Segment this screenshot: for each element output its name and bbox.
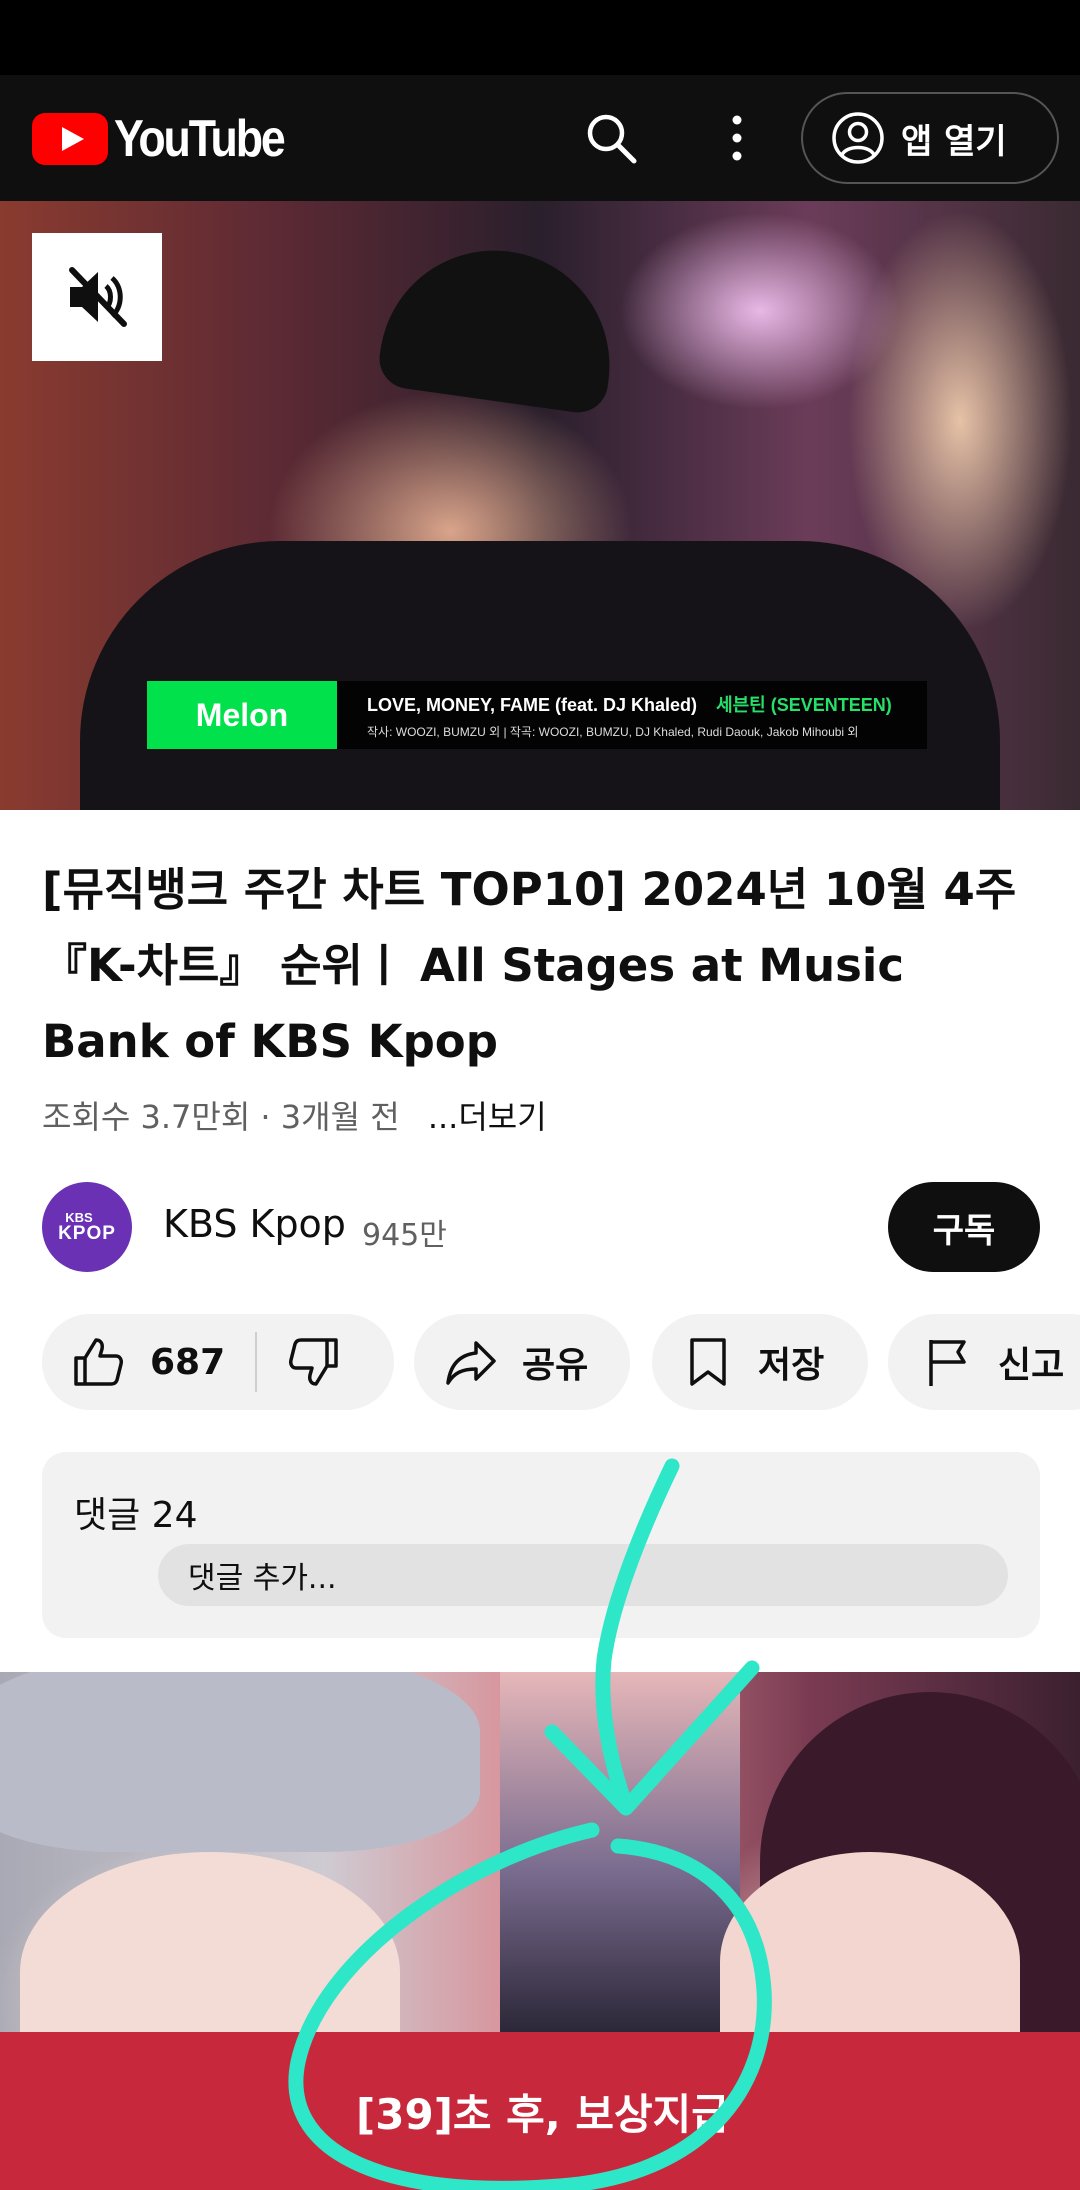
reward-countdown-text: [39]초 후, 보상지급 xyxy=(356,2089,730,2139)
video-frame-figure xyxy=(80,541,1000,810)
dislike-button[interactable] xyxy=(258,1314,394,1410)
song-artist: 세븐틴 (SEVENTEEN) xyxy=(716,695,892,715)
melon-logo: Melon xyxy=(147,681,337,749)
report-button[interactable]: 신고 xyxy=(888,1314,1080,1410)
channel-row: KBS KPOP KBS Kpop 945만 구독 xyxy=(42,1182,1040,1272)
like-dislike-pill: 687 xyxy=(42,1314,394,1410)
ad-figure-hat xyxy=(0,1672,480,1852)
bookmark-icon xyxy=(690,1338,726,1386)
video-meta[interactable]: 조회수 3.7만회 · 3개월 전 ...더보기 xyxy=(42,1092,547,1138)
youtube-logo[interactable]: YouTube xyxy=(32,110,311,168)
share-icon xyxy=(446,1341,496,1385)
avatar-text-bottom: KPOP xyxy=(58,1222,116,1244)
thumb-up-icon xyxy=(74,1338,123,1386)
video-player[interactable]: Melon LOVE, MONEY, FAME (feat. DJ Khaled… xyxy=(0,201,1080,810)
ad-stage-center xyxy=(500,1672,740,2032)
action-bar: 687 공유 저장 신고 xyxy=(0,1314,1080,1410)
avatar-text-top: KBS xyxy=(65,1209,93,1225)
song-credits: 작사: WOOZI, BUMZU 외 | 작곡: WOOZI, BUMZU, D… xyxy=(367,725,859,739)
unmute-button[interactable] xyxy=(32,233,162,361)
video-title[interactable]: [뮤직뱅크 주간 차트 TOP10] 2024년 10월 4주 『K-차트』 순… xyxy=(42,852,1042,1080)
youtube-wordmark: YouTube xyxy=(114,110,286,168)
channel-avatar[interactable]: KBS KPOP xyxy=(42,1182,132,1272)
like-button[interactable]: 687 xyxy=(42,1314,255,1410)
search-icon[interactable] xyxy=(580,107,642,169)
more-link[interactable]: ...더보기 xyxy=(428,1098,547,1136)
thumb-down-icon xyxy=(289,1338,338,1386)
save-label: 저장 xyxy=(758,1345,825,1386)
ad-figure-left xyxy=(20,1852,400,2032)
share-label: 공유 xyxy=(522,1345,589,1386)
comments-title: 댓글 24 xyxy=(74,1495,198,1536)
add-comment-input[interactable]: 댓글 추가... xyxy=(158,1544,1008,1606)
like-divider xyxy=(255,1332,257,1392)
video-frame-cap xyxy=(375,235,625,417)
song-title: LOVE, MONEY, FAME (feat. DJ Khaled) xyxy=(367,695,698,715)
subscribe-button[interactable]: 구독 xyxy=(888,1182,1040,1272)
reward-countdown-bar[interactable]: [39]초 후, 보상지급 xyxy=(0,2032,1080,2190)
youtube-logo-icon xyxy=(32,113,108,165)
comments-section[interactable]: 댓글 24 댓글 추가... xyxy=(42,1452,1040,1638)
status-bar xyxy=(0,0,1080,75)
view-count-age: 조회수 3.7만회 · 3개월 전 xyxy=(42,1098,400,1136)
channel-name[interactable]: KBS Kpop xyxy=(163,1202,346,1246)
subscriber-count: 945만 xyxy=(362,1218,447,1253)
open-app-button[interactable]: 앱 열기 xyxy=(801,92,1059,184)
mute-icon xyxy=(69,267,127,327)
save-button[interactable]: 저장 xyxy=(652,1314,868,1410)
top-app-bar: YouTube 앱 열기 xyxy=(0,75,1080,201)
account-icon xyxy=(832,112,884,164)
more-vert-icon[interactable] xyxy=(706,107,768,169)
like-count: 687 xyxy=(150,1341,226,1383)
share-button[interactable]: 공유 xyxy=(414,1314,630,1410)
open-app-label: 앱 열기 xyxy=(901,121,1007,162)
song-caption: LOVE, MONEY, FAME (feat. DJ Khaled) 세븐틴 … xyxy=(337,681,927,749)
flag-icon xyxy=(929,1340,966,1386)
ad-banner-image[interactable] xyxy=(0,1672,1080,2032)
report-label: 신고 xyxy=(998,1345,1065,1386)
